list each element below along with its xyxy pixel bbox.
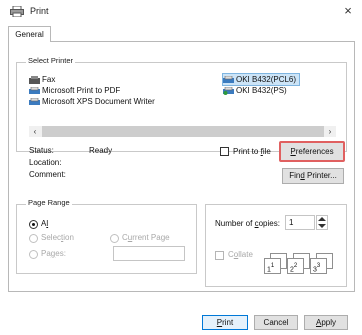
tab-general[interactable]: General [8,26,51,42]
collate-checkbox[interactable] [215,251,224,260]
window-title: Print [30,6,49,16]
pages-radio-label: Pages: [41,249,66,258]
default-printer-icon [223,86,234,95]
status-label: Status: [29,146,54,155]
close-icon[interactable]: × [340,3,356,19]
printer-item-oki-b432-ps[interactable]: OKI B432(PS) [223,85,287,96]
scrollbar-thumb[interactable] [42,126,324,137]
fax-icon [29,75,40,84]
title-bar [0,0,362,22]
copies-value: 1 [289,218,294,227]
current-page-radio[interactable] [110,234,119,243]
pages-radio[interactable] [29,250,38,259]
copies-input[interactable]: 1 [285,215,315,230]
number-of-copies-label: Number of copies: [215,219,280,228]
printer-item-label: Microsoft Print to PDF [42,86,121,95]
cancel-button[interactable]: Cancel [254,315,298,330]
printer-item-label: OKI B432(PCL6) [236,75,297,84]
scroll-left-icon[interactable]: ‹ [29,126,41,137]
selection-radio[interactable] [29,234,38,243]
printer-item-label: Fax [42,75,56,84]
all-radio[interactable] [29,220,38,229]
printer-item-label: Microsoft XPS Document Writer [42,97,155,106]
page-range-group-title: Page Range [26,198,72,207]
collate-page-3-icon: 33 [310,258,327,274]
printer-item-fax[interactable]: Fax [29,74,55,85]
printer-icon [29,97,40,105]
apply-button[interactable]: Apply [304,315,348,330]
print-button[interactable]: Print [202,315,248,330]
location-label: Location: [29,158,62,167]
select-printer-group-title: Select Printer [26,56,76,65]
spinner-arrows-icon[interactable] [318,217,326,228]
printer-item-microsoft-xps-document-writer[interactable]: Microsoft XPS Document Writer [29,96,155,107]
scroll-right-icon[interactable]: › [324,126,336,137]
printer-icon [29,86,40,94]
print-to-file-label: Print to file [233,147,271,156]
find-printer-button[interactable]: Find Printer... [282,168,344,184]
status-value: Ready [89,146,113,155]
collate-page-2-icon: 22 [287,258,304,274]
current-page-radio-label: Current Page [122,233,170,242]
printer-item-label: OKI B432(PS) [236,86,287,95]
all-radio-label: Al [41,219,49,228]
printer-icon [10,6,24,17]
printer-icon [223,75,234,83]
collate-page-1-icon: 11 [264,258,281,274]
print-to-file-checkbox[interactable] [220,147,229,156]
selection-radio-label: Selection [41,233,74,242]
pages-input[interactable] [113,246,185,261]
preferences-button[interactable]: Preferences [279,141,345,162]
printer-item-microsoft-print-to-pdf[interactable]: Microsoft Print to PDF [29,85,120,96]
comment-label: Comment: [29,170,66,179]
collate-label: Collate [228,250,253,259]
